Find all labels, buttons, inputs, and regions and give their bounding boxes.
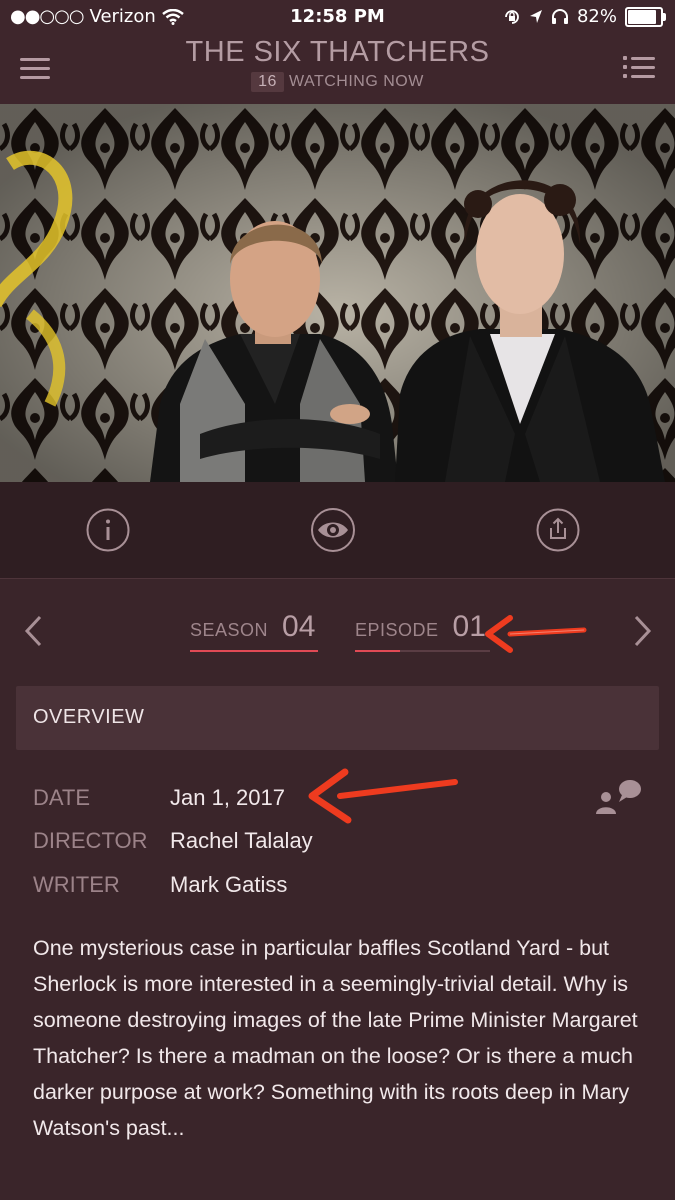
headphones-icon [551, 8, 568, 24]
action-bar [0, 482, 675, 579]
annotation-arrow-date [308, 768, 458, 824]
battery-percent: 82% [576, 6, 617, 27]
rotation-lock-icon [505, 9, 519, 24]
previous-episode-button[interactable] [22, 614, 46, 648]
episode-image [0, 104, 675, 482]
battery-level [628, 9, 656, 24]
info-icon [86, 508, 130, 552]
info-button[interactable] [86, 508, 130, 552]
status-right: 82% [503, 6, 666, 27]
watching-count: 16 [251, 72, 284, 92]
overview-heading: OVERVIEW [33, 706, 145, 728]
episode-navigator: SEASON 04 EPISODE 01 [0, 580, 675, 680]
detail-value: Rachel Talalay [170, 828, 313, 853]
share-icon [536, 508, 580, 552]
overview-header: OVERVIEW [16, 686, 659, 750]
share-button[interactable] [536, 508, 580, 552]
detail-label: WRITER [33, 872, 120, 897]
episode-label: EPISODE [355, 620, 439, 640]
detail-label: DATE [33, 785, 91, 810]
eye-icon [311, 508, 355, 552]
detail-value: Jan 1, 2017 [170, 785, 285, 810]
status-bar: ●●○○○ Verizon 12:58 PM 82% [0, 0, 675, 36]
episode-description: One mysterious case in particular baffle… [33, 936, 638, 1140]
season-value: 04 [282, 610, 316, 643]
season-label: SEASON [190, 620, 269, 640]
detail-value: Mark Gatiss [170, 872, 288, 897]
comments-button[interactable] [592, 778, 642, 818]
watch-button[interactable] [310, 508, 355, 552]
watching-label: WATCHING NOW [288, 73, 424, 90]
episode-title: THE SIX THATCHERS [185, 36, 490, 68]
chevron-right-icon [634, 615, 652, 647]
season-progress [190, 650, 318, 652]
battery-icon [625, 6, 666, 27]
location-icon [529, 9, 542, 23]
episode-selector[interactable]: EPISODE 01 [355, 610, 490, 652]
next-episode-button[interactable] [630, 614, 654, 648]
watching-now: 16 WATCHING NOW [0, 72, 675, 92]
detail-label: DIRECTOR [33, 828, 148, 853]
nav-header: THE SIX THATCHERS 16 WATCHING NOW [0, 36, 675, 104]
episode-value: 01 [452, 610, 486, 643]
season-selector[interactable]: SEASON 04 [190, 610, 320, 652]
chevron-left-icon [24, 615, 42, 647]
episode-progress [355, 650, 490, 652]
episode-list-button[interactable] [623, 56, 655, 80]
comments-icon [596, 780, 641, 814]
